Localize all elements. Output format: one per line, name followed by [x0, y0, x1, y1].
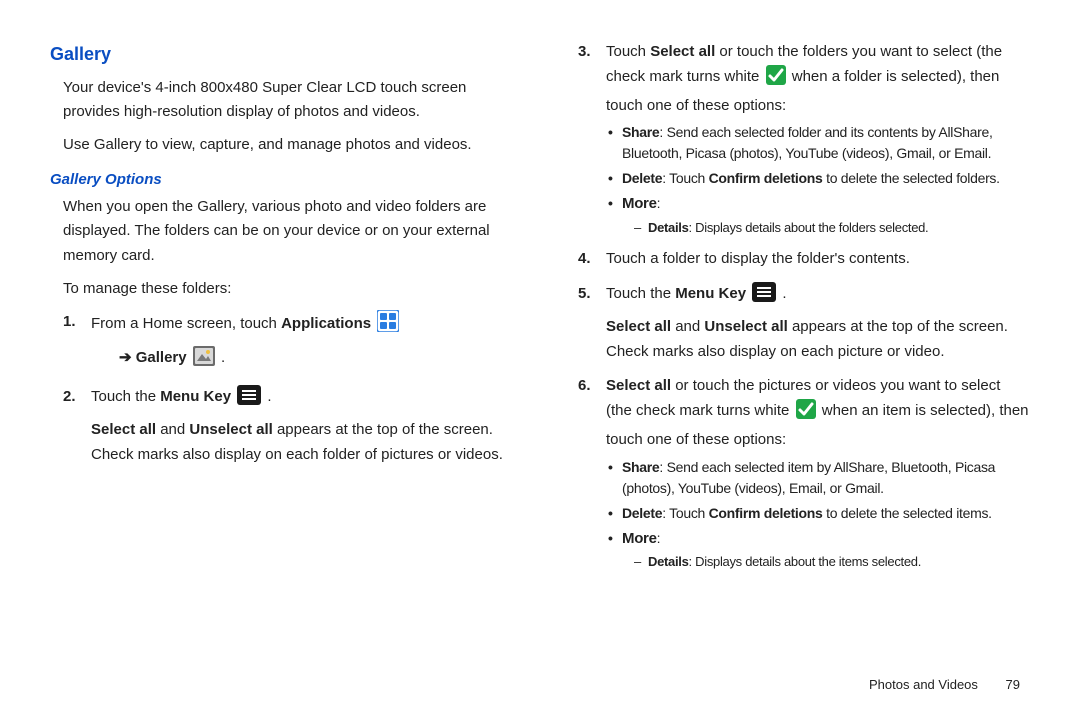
- checkmark-icon: [796, 399, 816, 428]
- step-5-desc: Select all and Unselect all appears at t…: [606, 315, 1030, 365]
- para-intro-1: Your device's 4-inch 800x480 Super Clear…: [63, 76, 515, 126]
- b3-more-c: :: [657, 195, 661, 211]
- step-2: Touch the Menu Key . Select all and Unse…: [63, 385, 515, 467]
- applications-icon: [377, 310, 399, 341]
- step-3-bullets: Share: Send each selected folder and its…: [608, 122, 1030, 237]
- b6-del-l: Delete: [622, 505, 662, 521]
- menu-key-icon: [237, 385, 261, 414]
- step-2-selall: Select all: [91, 421, 156, 438]
- checkmark-icon: [766, 65, 786, 94]
- bullet-6-delete: Delete: Touch Confirm deletions to delet…: [608, 503, 1030, 524]
- page-footer: Photos and Videos 79: [869, 677, 1020, 692]
- b3-del-t1: : Touch: [662, 170, 708, 186]
- bullet-3-delete: Delete: Touch Confirm deletions to delet…: [608, 168, 1030, 189]
- b3-del-t3: to delete the selected folders.: [823, 170, 1000, 186]
- steps-left: From a Home screen, touch Applications ➔…: [63, 310, 515, 468]
- step-5-a: Touch the: [606, 285, 675, 302]
- b3-del-t2: Confirm deletions: [709, 170, 823, 186]
- step-5-menukey: Menu Key: [675, 285, 746, 302]
- step-2-text-a: Touch the: [91, 388, 160, 405]
- bullet-6-share: Share: Send each selected item by AllSha…: [608, 457, 1030, 499]
- b3-share-l: Share: [622, 124, 659, 140]
- b6-del-t1: : Touch: [662, 505, 708, 521]
- footer-page-number: 79: [1006, 677, 1020, 692]
- step-5-period: .: [778, 285, 786, 302]
- step-5: Touch the Menu Key . Select all and Unse…: [578, 282, 1030, 364]
- d6-l: Details: [648, 554, 689, 569]
- step-4: Touch a folder to display the folder's c…: [578, 247, 1030, 272]
- para-manage-intro: To manage these folders:: [63, 277, 515, 302]
- dash-6: Details: Displays details about the item…: [634, 552, 1030, 572]
- step-2-and: and: [156, 421, 189, 438]
- heading-gallery-options: Gallery Options: [50, 168, 515, 193]
- step-2-desc: Select all and Unselect all appears at t…: [91, 418, 515, 468]
- b3-more-l: More: [622, 195, 657, 212]
- d3-t: : Displays details about the folders sel…: [689, 220, 929, 235]
- d3-l: Details: [648, 220, 689, 235]
- step-1-apps-label: Applications: [281, 315, 371, 332]
- s5-unselall: Unselect all: [704, 318, 787, 335]
- s5-selall: Select all: [606, 318, 671, 335]
- step-3: Touch Select all or touch the folders yo…: [578, 40, 1030, 237]
- bullet-6-more: More: Details: Displays details about th…: [608, 528, 1030, 572]
- heading-gallery: Gallery: [50, 40, 515, 70]
- step-2-period: .: [263, 388, 271, 405]
- d6-t: : Displays details about the items selec…: [689, 554, 921, 569]
- b3-del-l: Delete: [622, 170, 662, 186]
- step-1-gallery-label: Gallery: [136, 349, 187, 366]
- step-1-period: .: [217, 349, 225, 366]
- step-3-selall: Select all: [650, 43, 715, 60]
- b6-del-t3: to delete the selected items.: [823, 505, 992, 521]
- left-column: Gallery Your device's 4-inch 800x480 Sup…: [50, 40, 515, 582]
- dash-3: Details: Displays details about the fold…: [634, 218, 1030, 238]
- step-6-selall: Select all: [606, 377, 671, 394]
- right-column: Touch Select all or touch the folders yo…: [565, 40, 1030, 582]
- gallery-icon: [193, 346, 215, 375]
- step-4-text: Touch a folder to display the folder's c…: [606, 250, 910, 267]
- para-options-desc: When you open the Gallery, various photo…: [63, 195, 515, 269]
- step-1-line2: ➔ Gallery .: [119, 346, 515, 375]
- step-3-a: Touch: [606, 43, 650, 60]
- steps-right: Touch Select all or touch the folders yo…: [578, 40, 1030, 572]
- dash-6-details: Details: Displays details about the item…: [634, 552, 1030, 572]
- step-1-text-a: From a Home screen, touch: [91, 315, 281, 332]
- step-2-menukey-label: Menu Key: [160, 388, 231, 405]
- b6-share-t: : Send each selected item by AllShare, B…: [622, 459, 995, 496]
- footer-section: Photos and Videos: [869, 677, 978, 692]
- bullet-3-share: Share: Send each selected folder and its…: [608, 122, 1030, 164]
- b6-del-t2: Confirm deletions: [709, 505, 823, 521]
- arrow-icon: ➔: [119, 349, 132, 366]
- step-6-bullets: Share: Send each selected item by AllSha…: [608, 457, 1030, 572]
- menu-key-icon: [752, 282, 776, 311]
- b3-share-t: : Send each selected folder and its cont…: [622, 124, 993, 161]
- b6-share-l: Share: [622, 459, 659, 475]
- para-intro-2: Use Gallery to view, capture, and manage…: [63, 133, 515, 158]
- b6-more-c: :: [657, 530, 661, 546]
- b6-more-l: More: [622, 530, 657, 547]
- s5-and: and: [671, 318, 704, 335]
- dash-3-details: Details: Displays details about the fold…: [634, 218, 1030, 238]
- step-2-unselall: Unselect all: [189, 421, 272, 438]
- manual-page: Gallery Your device's 4-inch 800x480 Sup…: [0, 0, 1080, 582]
- step-6: Select all or touch the pictures or vide…: [578, 374, 1030, 571]
- step-1: From a Home screen, touch Applications ➔…: [63, 310, 515, 376]
- bullet-3-more: More: Details: Displays details about th…: [608, 193, 1030, 237]
